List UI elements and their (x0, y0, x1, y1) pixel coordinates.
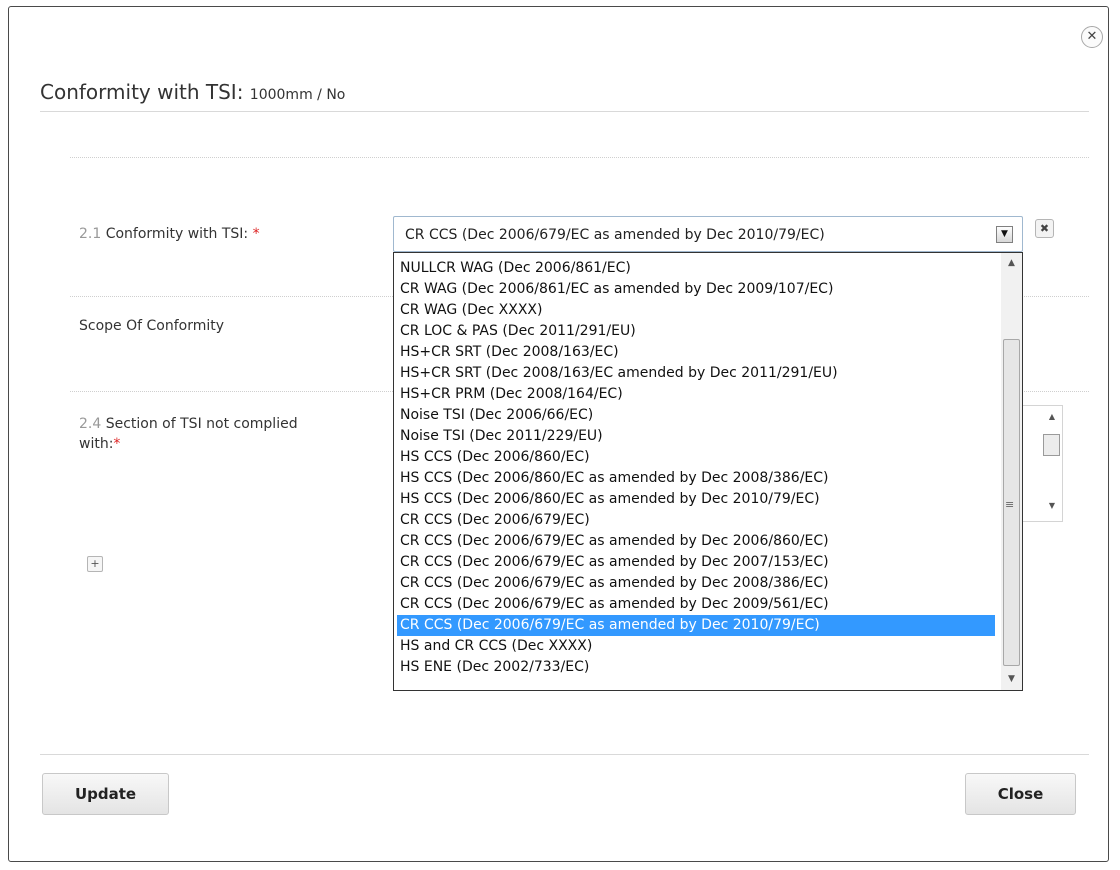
dropdown-option[interactable]: HS ENE (Dec 2002/733/EC) (397, 657, 995, 678)
conformity-options-list[interactable]: NULLCR WAG (Dec 2006/861/EC) CR WAG (Dec … (393, 252, 1023, 691)
resize-grip-icon: ≡ (1005, 498, 1015, 511)
title-subtitle: 1000mm / No (249, 87, 346, 103)
dropdown-option[interactable]: CR WAG (Dec 2006/861/EC as amended by De… (397, 279, 995, 300)
close-icon[interactable]: ✕ (1081, 26, 1103, 48)
dropdown-option[interactable]: HS and CR CCS (Dec XXXX) (397, 636, 995, 657)
dropdown-option[interactable]: CR CCS (Dec 2006/679/EC as amended by De… (397, 531, 995, 552)
title-text: Conformity with TSI: (40, 80, 244, 104)
section-divider (70, 157, 1089, 158)
scrollbar-thumb[interactable] (1043, 434, 1060, 456)
update-button[interactable]: Update (42, 773, 169, 815)
plus-icon: + (90, 557, 100, 570)
footer-divider (40, 754, 1089, 755)
add-row-button[interactable]: + (87, 556, 103, 572)
conformity-select[interactable]: CR CCS (Dec 2006/679/EC as amended by De… (393, 216, 1023, 252)
dropdown-option[interactable]: HS CCS (Dec 2006/860/EC as amended by De… (397, 489, 995, 510)
dropdown-option[interactable]: HS CCS (Dec 2006/860/EC as amended by De… (397, 468, 995, 489)
scroll-down-icon[interactable]: ▼ (1001, 671, 1022, 688)
conformity-selected-value: CR CCS (Dec 2006/679/EC as amended by De… (405, 227, 825, 243)
close-button[interactable]: Close (965, 773, 1076, 815)
dropdown-option[interactable]: CR CCS (Dec 2006/679/EC as amended by De… (397, 615, 995, 636)
scope-label: Scope Of Conformity (79, 318, 225, 334)
conformity-label: 2.1 Conformity with TSI: * (79, 226, 260, 242)
section-label: 2.4 Section of TSI not complied with:* (79, 416, 298, 452)
dropdown-option[interactable]: NULLCR WAG (Dec 2006/861/EC) (397, 258, 995, 279)
dropdown-option[interactable]: CR LOC & PAS (Dec 2011/291/EU) (397, 321, 995, 342)
dropdown-option[interactable]: CR CCS (Dec 2006/679/EC) (397, 510, 995, 531)
title-divider (40, 111, 1089, 112)
dropdown-option[interactable]: HS+CR SRT (Dec 2008/163/EC) (397, 342, 995, 363)
dropdown-option[interactable]: CR CCS (Dec 2006/679/EC as amended by De… (397, 552, 995, 573)
scroll-up-icon[interactable]: ▲ (1001, 255, 1022, 272)
options-scrollbar[interactable]: ▲ ▼ (1001, 253, 1022, 690)
dropdown-option[interactable]: HS+CR SRT (Dec 2008/163/EC amended by De… (397, 363, 995, 384)
dropdown-option[interactable]: CR CCS (Dec 2006/679/EC as amended by De… (397, 594, 995, 615)
section-textarea[interactable]: ▲ ▼ (1023, 405, 1063, 522)
scroll-up-icon[interactable]: ▲ (1045, 412, 1059, 421)
dialog-title: Conformity with TSI: 1000mm / No (40, 80, 345, 104)
dropdown-arrow-icon[interactable]: ▼ (996, 226, 1013, 243)
dropdown-option[interactable]: Noise TSI (Dec 2011/229/EU) (397, 426, 995, 447)
dropdown-option[interactable]: HS+CR PRM (Dec 2008/164/EC) (397, 384, 995, 405)
scroll-down-icon[interactable]: ▼ (1045, 501, 1059, 510)
dropdown-option[interactable]: Noise TSI (Dec 2006/66/EC) (397, 405, 995, 426)
clear-x-icon[interactable]: ✖ (1035, 219, 1054, 238)
dropdown-option[interactable]: CR WAG (Dec XXXX) (397, 300, 995, 321)
dropdown-option[interactable]: CR CCS (Dec 2006/679/EC as amended by De… (397, 573, 995, 594)
dropdown-option[interactable]: HS CCS (Dec 2006/860/EC) (397, 447, 995, 468)
